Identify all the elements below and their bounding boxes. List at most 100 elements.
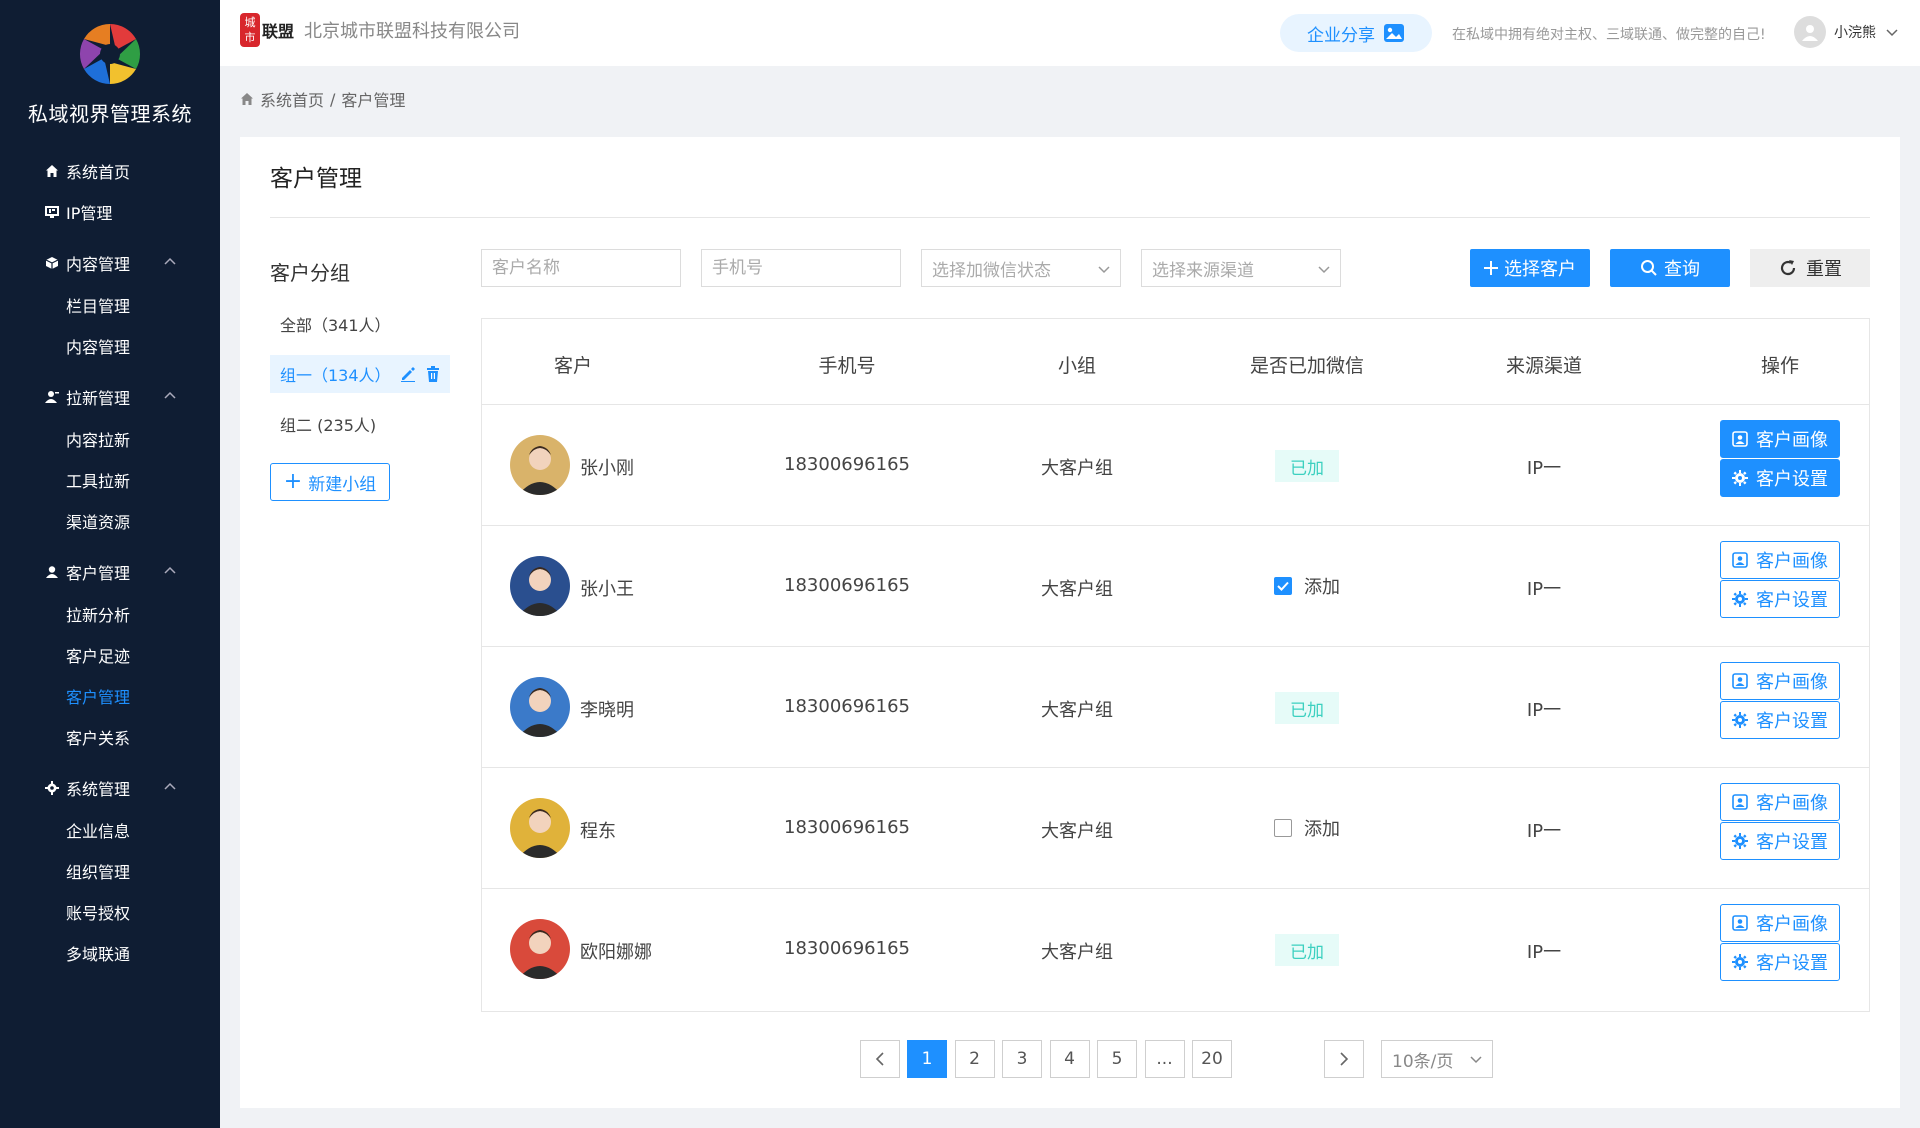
customer-portrait-button[interactable]: 客户画像 <box>1720 904 1840 942</box>
page-button[interactable]: 5 <box>1097 1040 1137 1078</box>
page-button[interactable]: 4 <box>1049 1040 1090 1078</box>
column-header-actions: 操作 <box>1760 355 1800 377</box>
sidebar-item-multi-domain[interactable]: 多域联通 <box>0 932 220 973</box>
wechat-status-select[interactable]: 选择加微信状态 <box>921 249 1121 287</box>
home-icon <box>44 163 60 179</box>
button-label: 客户设置 <box>1756 469 1828 490</box>
customer-group: 大客户组 <box>1041 700 1113 721</box>
sidebar-item-customer-relations[interactable]: 客户关系 <box>0 716 220 757</box>
add-wechat-checkbox[interactable]: 添加 <box>1274 573 1340 599</box>
phone-input[interactable] <box>712 258 900 278</box>
select-customer-button[interactable]: 选择客户 <box>1470 249 1590 287</box>
button-label: 客户设置 <box>1756 953 1828 974</box>
status-badge: 已加 <box>1275 934 1339 966</box>
sidebar-item-column-mgmt[interactable]: 栏目管理 <box>0 284 220 325</box>
customer-name-field[interactable] <box>481 249 681 287</box>
next-page-button[interactable] <box>1324 1040 1364 1078</box>
sidebar-nav: 系统首页 IP管理 内容管理 栏目管理 内容管理 拉新管理 内容拉新 工具拉新 … <box>0 150 220 973</box>
avatar <box>510 556 570 616</box>
group-item-group2[interactable]: 组二 (235人) <box>270 405 450 443</box>
customer-name-input[interactable] <box>492 258 680 278</box>
sidebar-item-content-mgmt[interactable]: 内容管理 <box>0 325 220 366</box>
breadcrumb-home[interactable]: 系统首页 <box>260 87 324 111</box>
add-wechat-checkbox[interactable]: 添加 <box>1274 815 1340 841</box>
page-title: 客户管理 <box>270 166 362 192</box>
group-tools <box>400 366 440 382</box>
customer-portrait-button[interactable]: 客户画像 <box>1720 662 1840 700</box>
sidebar-group-acquisition[interactable]: 拉新管理 <box>0 376 220 418</box>
sidebar-item-account-auth[interactable]: 账号授权 <box>0 891 220 932</box>
company-share-button[interactable]: 企业分享 <box>1280 14 1432 52</box>
source-channel: IP一 <box>1526 700 1562 721</box>
sidebar-item-home[interactable]: 系统首页 <box>0 150 220 191</box>
reset-button[interactable]: 重置 <box>1750 249 1870 287</box>
customer-settings-button[interactable]: 客户设置 <box>1720 459 1840 497</box>
button-label: 客户设置 <box>1756 711 1828 732</box>
new-group-label: 新建小组 <box>308 474 377 495</box>
portrait-icon <box>1732 431 1748 447</box>
breadcrumb-separator: / <box>330 89 336 109</box>
chevron-left-icon <box>875 1052 884 1066</box>
query-button[interactable]: 查询 <box>1610 249 1730 287</box>
new-group-button[interactable]: + 新建小组 <box>270 463 390 501</box>
slogan-text: 在私域中拥有绝对主权、三域联通、做完整的自己! <box>1452 27 1766 43</box>
customer-table: 客户 手机号 小组 是否已加微信 来源渠道 操作 张小刚 18300696165 大… <box>481 318 1870 1012</box>
phone-field[interactable] <box>701 249 901 287</box>
sidebar-item-content-acquisition[interactable]: 内容拉新 <box>0 418 220 459</box>
customer-phone: 18300696165 <box>784 575 910 596</box>
status-badge: 已加 <box>1275 692 1339 724</box>
checkbox-icon[interactable] <box>1274 819 1292 837</box>
chevron-up-icon <box>164 566 176 574</box>
table-row: 张小王 18300696165 大客户组 添加 IP一 客户画像 客户设置 <box>482 526 1869 647</box>
page-button[interactable]: 3 <box>1002 1040 1042 1078</box>
user-add-icon <box>44 389 60 405</box>
customer-settings-button[interactable]: 客户设置 <box>1720 701 1840 739</box>
sidebar-item-channel-resources[interactable]: 渠道资源 <box>0 500 220 541</box>
customers-icon <box>44 564 60 580</box>
plus-icon: + <box>283 469 303 494</box>
sidebar-group-content[interactable]: 内容管理 <box>0 242 220 284</box>
sidebar-item-company-info[interactable]: 企业信息 <box>0 809 220 850</box>
edit-icon[interactable] <box>400 366 416 382</box>
sidebar-group-label: 系统管理 <box>66 780 131 799</box>
page-button[interactable]: 2 <box>954 1040 995 1078</box>
sidebar-item-ip[interactable]: IP管理 <box>0 191 220 232</box>
plus-icon <box>1484 261 1498 275</box>
chevron-up-icon <box>164 257 176 265</box>
customer-portrait-button[interactable]: 客户画像 <box>1720 420 1840 458</box>
top-header: 城市 联盟 北京城市联盟科技有限公司 企业分享 在私域中拥有绝对主权、三域联通、… <box>220 0 1920 66</box>
page-button[interactable]: 1 <box>907 1040 947 1078</box>
checkbox-icon[interactable] <box>1274 577 1292 595</box>
gear-icon <box>1732 470 1748 486</box>
page-size-select[interactable]: 10条/页 <box>1381 1040 1493 1078</box>
customer-name: 李晓明 <box>580 700 634 721</box>
customer-settings-button[interactable]: 客户设置 <box>1720 943 1840 981</box>
sidebar-group-customers[interactable]: 客户管理 <box>0 551 220 593</box>
avatar <box>510 435 570 495</box>
source-channel-select[interactable]: 选择来源渠道 <box>1141 249 1341 287</box>
chevron-up-icon <box>164 391 176 399</box>
user-name: 小浣熊 <box>1834 25 1876 41</box>
group-item-group1[interactable]: 组一（134人） <box>270 355 450 393</box>
sidebar-group-system[interactable]: 系统管理 <box>0 767 220 809</box>
customer-portrait-button[interactable]: 客户画像 <box>1720 783 1840 821</box>
sidebar-item-customer-mgmt[interactable]: 客户管理 <box>0 675 220 716</box>
delete-icon[interactable] <box>426 366 440 382</box>
source-channel: IP一 <box>1526 458 1562 479</box>
customer-portrait-button[interactable]: 客户画像 <box>1720 541 1840 579</box>
image-icon <box>1384 24 1404 42</box>
sidebar-item-org-mgmt[interactable]: 组织管理 <box>0 850 220 891</box>
prev-page-button[interactable] <box>860 1040 900 1078</box>
user-menu[interactable]: 小浣熊 <box>1794 16 1898 48</box>
page-button[interactable]: 20 <box>1192 1040 1232 1078</box>
avatar <box>510 798 570 858</box>
customer-settings-button[interactable]: 客户设置 <box>1720 822 1840 860</box>
group-item-all[interactable]: 全部（341人） <box>270 305 450 343</box>
avatar <box>510 919 570 979</box>
sidebar-item-tool-acquisition[interactable]: 工具拉新 <box>0 459 220 500</box>
sidebar-item-customer-footprint[interactable]: 客户足迹 <box>0 634 220 675</box>
source-channel: IP一 <box>1526 821 1562 842</box>
customer-settings-button[interactable]: 客户设置 <box>1720 580 1840 618</box>
sidebar-item-acquisition-analysis[interactable]: 拉新分析 <box>0 593 220 634</box>
ip-icon <box>44 204 60 220</box>
